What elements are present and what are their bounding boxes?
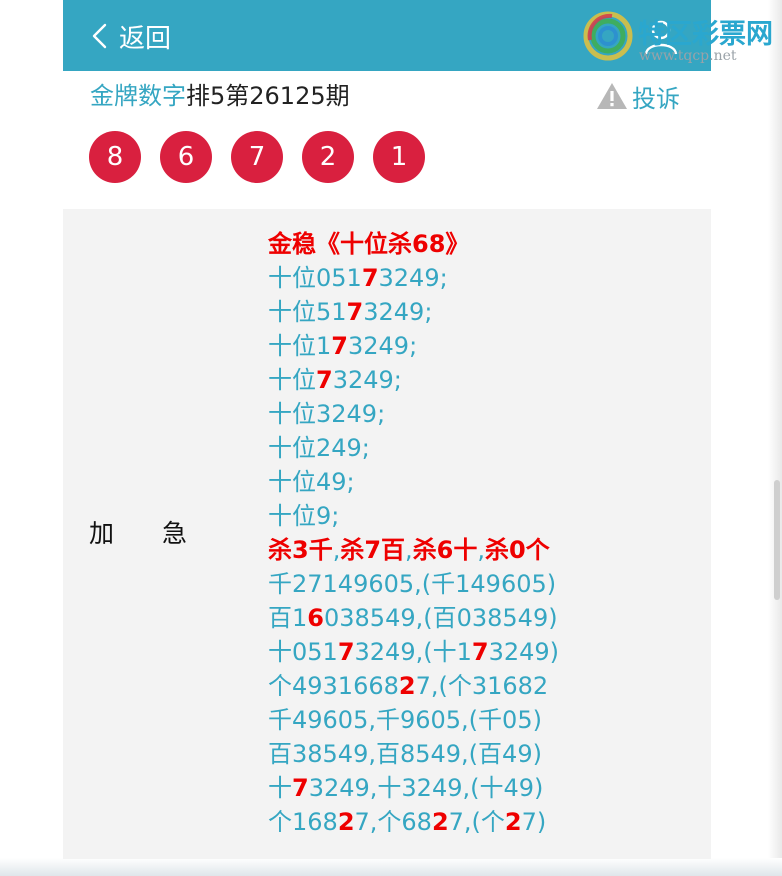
complain-button[interactable]: 投诉 (596, 78, 680, 114)
site-logo: 特区彩票网 www.tqcp.net (582, 10, 782, 70)
line-text: 3249; (332, 366, 402, 394)
line-text: 7) (521, 808, 547, 836)
line-text: 十051 (268, 638, 338, 666)
logo-name: 特区彩票网 (638, 19, 773, 50)
prediction-line: 千27149605,(千149605) (268, 567, 698, 601)
line-text: 十位249; (268, 434, 370, 462)
prediction-line: 百38549,百8549,(百49) (268, 737, 698, 771)
separator: , (405, 536, 413, 564)
prediction-line: 十位49; (268, 465, 698, 499)
line-text: 7,(个 (448, 808, 505, 836)
highlight-digit: 7 (316, 366, 333, 394)
result-ball: 2 (302, 131, 354, 183)
prediction-line: 千49605,千9605,(千05) (268, 703, 698, 737)
warning-icon (597, 83, 627, 109)
title-brand-link[interactable]: 金牌数字 (90, 82, 186, 110)
line-text: 3249) (488, 638, 560, 666)
line-text: 百1 (268, 604, 308, 632)
line-text: 038549,(百038549) (323, 604, 558, 632)
line-text: 7,(个31682 (415, 672, 549, 700)
highlight-digit: 7 (331, 332, 348, 360)
window-edge (768, 0, 782, 876)
logo-swirl-icon (583, 11, 633, 61)
prediction-line: 十位9; (268, 499, 698, 533)
highlight-digit: 7 (337, 638, 355, 666)
line-text: 3249; (363, 298, 433, 326)
prediction-line: 百16038549,(百038549) (268, 601, 698, 635)
prediction-line: 十位05173249; (268, 261, 698, 295)
back-label: 返回 (119, 23, 172, 54)
prediction-panel: 加急 金稳《十位杀68》 十位05173249; 十位5173249; 十位17… (63, 209, 711, 859)
prediction-lines: 金稳《十位杀68》 十位05173249; 十位5173249; 十位17324… (268, 227, 698, 839)
result-ball: 7 (231, 131, 283, 183)
line-text: 百38549,百8549,(百49) (268, 740, 542, 768)
row-label-char: 加 (89, 519, 115, 548)
kill-line: 杀3千,杀7百,杀6十,杀0个 (268, 533, 698, 567)
line-text: 3249; (378, 264, 448, 292)
highlight-digit: 7 (361, 264, 379, 292)
highlight-digit: 2 (398, 672, 416, 700)
highlight-digit: 6 (307, 604, 324, 632)
highlight-digit: 2 (337, 808, 355, 836)
prediction-line: 十位173249; (268, 329, 698, 363)
chevron-left-icon (92, 23, 107, 49)
prediction-line: 十位73249; (268, 363, 698, 397)
heading-text: 金稳《十位杀68》 (268, 230, 470, 258)
prediction-line: 十73249,十3249,(十49) (268, 771, 698, 805)
prediction-line: 十位5173249; (268, 295, 698, 329)
line-text: 3249; (347, 332, 418, 360)
prediction-heading: 金稳《十位杀68》 (268, 227, 698, 261)
line-text: 十位 (268, 366, 316, 394)
row-label-char: 急 (162, 519, 188, 548)
back-button[interactable]: 返回 (89, 18, 171, 54)
prediction-line: 十位249; (268, 431, 698, 465)
highlight-digit: 2 (504, 808, 522, 836)
kill-text: 杀7百 (340, 536, 406, 564)
prediction-line: 个16827,个6827,(个27) (268, 805, 698, 839)
prediction-line: 十05173249,(十173249) (268, 635, 698, 669)
separator: , (477, 536, 486, 564)
line-text: 个168 (268, 808, 338, 836)
line-text: 十位3249; (268, 400, 386, 428)
highlight-digit: 7 (346, 298, 364, 326)
row-label: 加急 (89, 514, 187, 550)
highlight-digit: 7 (471, 638, 489, 666)
result-ball: 8 (89, 131, 141, 183)
line-text: 十 (268, 774, 292, 802)
prediction-line: 个493166827,(个31682 (268, 669, 698, 703)
line-text: 十位51 (268, 298, 347, 326)
scrollbar[interactable] (774, 480, 780, 600)
result-ball: 6 (160, 131, 212, 183)
line-text: 3249,十3249,(十49) (308, 774, 544, 802)
line-text: 十位1 (268, 332, 332, 360)
line-text: 7,个68 (354, 808, 432, 836)
title-issue: 排5第26125期 (186, 82, 350, 110)
line-text: 十位9; (268, 502, 340, 530)
kill-text: 杀6十 (412, 536, 478, 564)
highlight-digit: 2 (431, 808, 449, 836)
line-text: 3249,(十1 (354, 638, 472, 666)
line-text: 千27149605,(千149605) (268, 570, 557, 598)
highlight-digit: 7 (292, 774, 309, 802)
logo-url: www.tqcp.net (639, 48, 737, 64)
kill-text: 杀3千 (268, 536, 333, 564)
kill-text: 杀0个 (485, 536, 550, 564)
line-text: 个4931668 (268, 672, 399, 700)
line-text: 十位051 (268, 264, 362, 292)
line-text: 十位49; (268, 468, 355, 496)
bottom-edge (0, 858, 782, 876)
result-ball: 1 (373, 131, 425, 183)
line-text: 千49605,千9605,(千05) (268, 706, 542, 734)
prediction-line: 十位3249; (268, 397, 698, 431)
complain-label: 投诉 (632, 84, 680, 113)
